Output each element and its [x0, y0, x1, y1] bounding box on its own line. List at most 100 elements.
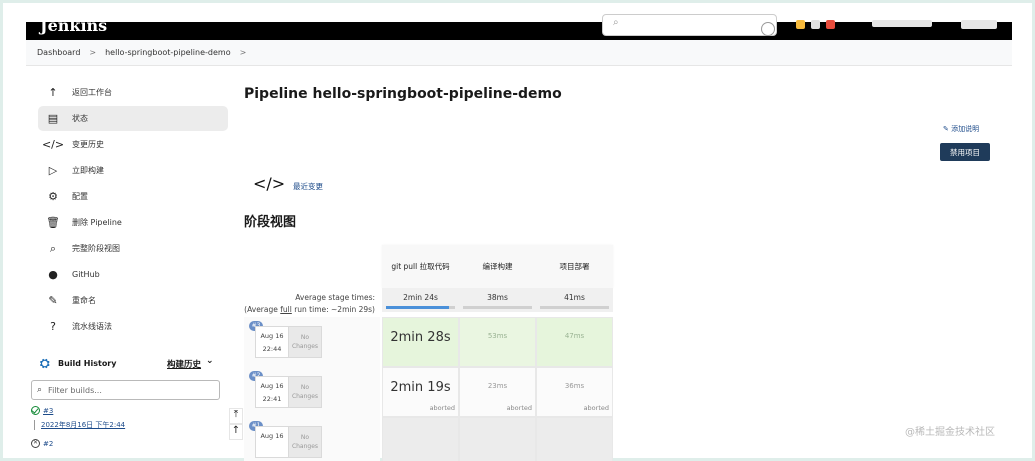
code-icon: </> — [41, 138, 65, 151]
stage-cell[interactable]: 36ms aborted — [536, 367, 613, 417]
add-description-label: 添加说明 — [951, 125, 980, 133]
stage-cell[interactable]: 2min 28s — [382, 317, 459, 367]
sidebar-item-pipeline-syntax[interactable]: ? 流水线语法 — [38, 314, 228, 339]
avg-progress-fill — [386, 306, 450, 309]
avg-progress-bar — [540, 306, 609, 309]
avg-time: 38ms — [487, 293, 508, 302]
build-number-link[interactable]: #3 — [43, 407, 53, 415]
stage-cell[interactable]: 47ms — [536, 317, 613, 367]
no-changes-box: No Changes — [288, 426, 322, 458]
average-times-label: Average stage times: (Average full run t… — [244, 292, 375, 316]
sidebar-item-build-now[interactable]: ▷ 立即构建 — [38, 158, 228, 183]
filter-placeholder: Filter builds... — [48, 385, 102, 395]
filter-builds-input[interactable]: ⌕ Filter builds... — [31, 380, 220, 400]
arrow-up-icon: ↑ — [48, 86, 58, 99]
build-number-link[interactable]: #2 — [43, 440, 53, 448]
breadcrumb-pipeline[interactable]: hello-springboot-pipeline-demo — [105, 48, 230, 57]
avg-time: 41ms — [564, 293, 585, 302]
search-icon: ⌕ — [613, 17, 619, 28]
sidebar-item-status[interactable]: ▤ 状态 — [38, 106, 228, 131]
avg-time-cell: 38ms — [459, 288, 536, 312]
shield-icon[interactable] — [811, 20, 820, 29]
trash-icon: 🗑 — [46, 216, 60, 229]
stage-duration: 2min 28s — [390, 330, 451, 345]
github-icon: ● — [48, 268, 58, 281]
average-stage-times-text: Average stage times: — [295, 293, 375, 302]
scroll-top-icon[interactable]: ⤒ — [229, 408, 243, 424]
sidebar-item-label: GitHub — [72, 270, 100, 279]
build-row: #1 Aug 16 No Changes — [244, 417, 613, 461]
sidebar-item-label: 删除 Pipeline — [72, 218, 122, 227]
stage-header-row: git pull 拉取代码 编译构建 项目部署 — [382, 245, 613, 288]
aborted-label: aborted — [583, 404, 609, 412]
build-date-time: 22:44 — [262, 345, 282, 353]
stage-cell[interactable] — [382, 417, 459, 461]
search-input[interactable]: ⌕ — [602, 14, 777, 36]
gear-icon: ⚙ — [48, 190, 58, 203]
add-description-link[interactable]: ✎ 添加说明 — [943, 124, 979, 134]
warning-icon[interactable] — [796, 20, 805, 29]
sidebar-item-back[interactable]: ↑ 返回工作台 — [38, 80, 228, 105]
build-date-link[interactable]: 2022年8月16日 下午2:44 — [34, 420, 125, 430]
build-entry[interactable]: #3 — [31, 406, 53, 415]
help-icon[interactable] — [761, 22, 775, 36]
build-trend-link[interactable]: 构建历史 — [167, 358, 201, 370]
avg-time-cell: 41ms — [536, 288, 613, 312]
build-meta: #3 Aug 1622:44 No Changes — [244, 317, 380, 367]
build-history-icon: ⛭ — [40, 355, 50, 370]
aborted-icon: ✕ — [31, 439, 40, 448]
stage-cell[interactable] — [459, 417, 536, 461]
breadcrumb-dashboard[interactable]: Dashboard — [37, 48, 80, 57]
build-entry[interactable]: ✕ #2 — [31, 439, 53, 448]
document-icon: ▤ — [47, 112, 59, 125]
sidebar-item-full-stage-view[interactable]: ⌕ 完整阶段视图 — [38, 236, 228, 261]
sidebar-item-changes[interactable]: </> 变更历史 — [38, 132, 228, 157]
stage-duration: 36ms — [564, 382, 585, 390]
sidebar-item-delete[interactable]: 🗑 删除 Pipeline — [38, 210, 228, 235]
stage-header: 编译构建 — [482, 262, 513, 271]
build-date-day: Aug 16 — [260, 332, 284, 340]
top-header-bar: Jenkins ⌕ — [26, 14, 1012, 40]
scroll-buttons: ⤒ ↑ — [229, 408, 243, 440]
build-date-day: Aug 16 — [260, 432, 284, 440]
play-icon: ▷ — [48, 164, 58, 177]
no-changes-box: No Changes — [288, 326, 322, 358]
avg-suffix: run time: ~2min 29s) — [291, 305, 375, 314]
avg-progress-bar — [386, 306, 455, 309]
jenkins-logo[interactable]: Jenkins — [40, 16, 107, 35]
user-menu[interactable] — [872, 20, 932, 27]
stage-duration: 53ms — [487, 332, 508, 340]
average-times-row: 2min 24s 38ms 41ms — [382, 288, 613, 312]
stage-header: 项目部署 — [559, 262, 590, 271]
stage-cell[interactable]: 2min 19s aborted — [382, 367, 459, 417]
build-date: Aug 16 22:44 — [255, 326, 289, 358]
sidebar-item-label: 变更历史 — [72, 140, 104, 149]
build-meta: #2 Aug 1622:41 No Changes — [244, 367, 380, 417]
build-row: #3 Aug 1622:44 No Changes 2min 28s 53ms … — [244, 317, 613, 367]
alert-icon[interactable] — [826, 20, 835, 29]
disable-project-button[interactable]: 禁用项目 — [940, 143, 990, 161]
sidebar-item-rename[interactable]: ✎ 重命名 — [38, 288, 228, 313]
header-notification-icons — [796, 20, 835, 29]
stage-duration: 23ms — [487, 382, 508, 390]
build-date-day: Aug 16 — [260, 382, 284, 390]
stage-cell[interactable]: 23ms aborted — [459, 367, 536, 417]
chevron-down-icon[interactable]: ⌄ — [206, 356, 214, 366]
code-icon: </> — [253, 174, 286, 193]
full-run-link[interactable]: full — [280, 305, 292, 314]
scroll-up-icon[interactable]: ↑ — [229, 424, 243, 440]
stage-cell[interactable] — [536, 417, 613, 461]
sidebar: ↑ 返回工作台 ▤ 状态 </> 变更历史 ▷ 立即构建 ⚙ 配置 🗑 删除 P… — [38, 80, 228, 340]
sidebar-item-configure[interactable]: ⚙ 配置 — [38, 184, 228, 209]
breadcrumb: Dashboard > hello-springboot-pipeline-de… — [26, 40, 1012, 66]
sidebar-item-label: 流水线语法 — [72, 322, 112, 331]
recent-changes-link[interactable]: 最近变更 — [293, 181, 323, 192]
breadcrumb-separator[interactable]: > — [240, 48, 247, 57]
sidebar-item-github[interactable]: ● GitHub — [38, 262, 228, 287]
logout-button[interactable] — [961, 20, 997, 29]
breadcrumb-separator: > — [89, 48, 97, 57]
build-date-time: 22:41 — [262, 395, 282, 403]
stage-cell[interactable]: 53ms — [459, 317, 536, 367]
success-icon — [31, 406, 40, 415]
pencil-icon: ✎ — [48, 294, 58, 307]
